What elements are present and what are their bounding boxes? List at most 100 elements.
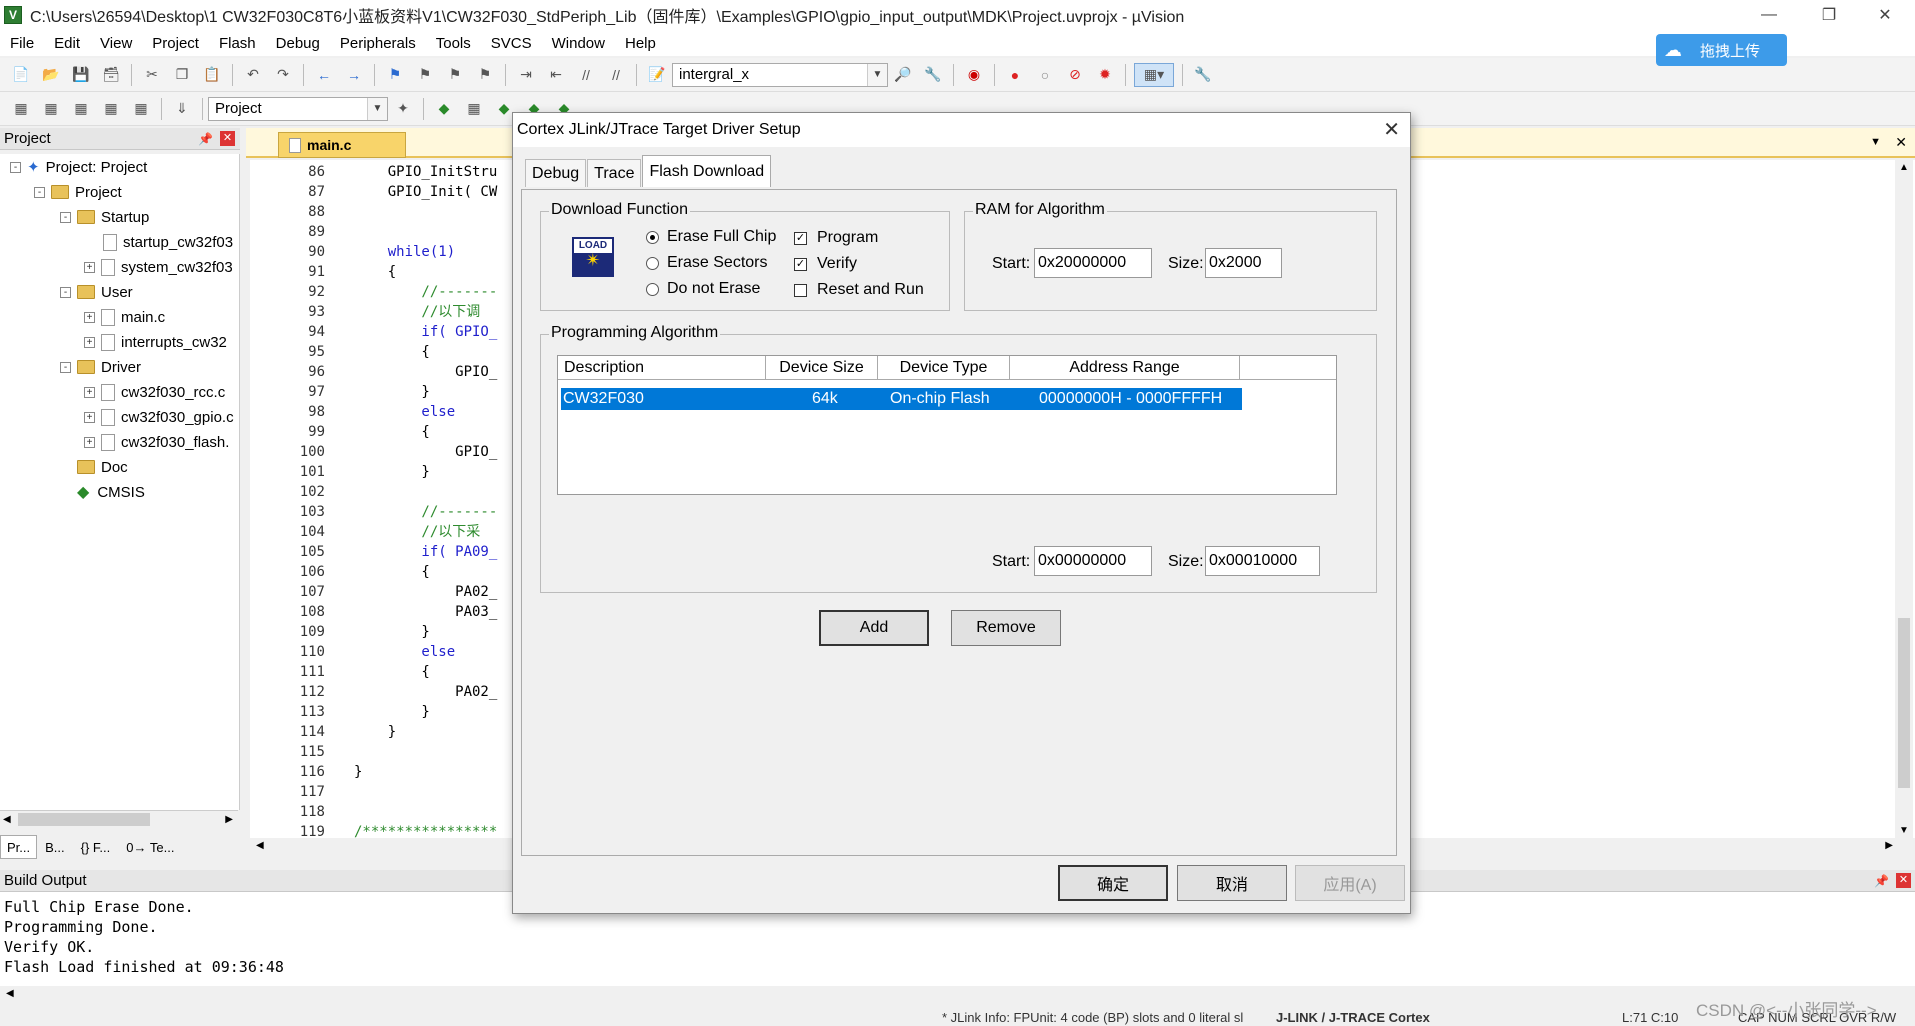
nav-forward-icon[interactable]: → — [342, 63, 366, 87]
undo-icon[interactable]: ↶ — [241, 63, 265, 87]
scroll-left-icon[interactable]: ◀ — [6, 988, 14, 999]
expand-icon[interactable]: + — [84, 261, 95, 273]
chevron-down-icon[interactable]: ▼ — [367, 97, 387, 120]
col-device-size[interactable]: Device Size — [766, 356, 878, 380]
cut-icon[interactable]: ✂ — [140, 63, 164, 87]
clear-bookmarks-icon[interactable]: ⚑ — [473, 63, 497, 87]
reset-and-run-checkbox[interactable]: Reset and Run — [794, 281, 924, 299]
add-button[interactable]: Add — [819, 610, 929, 646]
menu-debug[interactable]: Debug — [266, 35, 330, 52]
program-checkbox[interactable]: ✓ Program — [794, 229, 878, 247]
scroll-right-icon[interactable]: ▶ — [225, 814, 233, 825]
tree-driver[interactable]: - Driver — [60, 356, 141, 378]
find-combo[interactable]: intergral_x ▼ — [672, 62, 888, 87]
comment-icon[interactable]: // — [574, 63, 598, 87]
ok-button[interactable]: 确定 — [1058, 865, 1168, 901]
menu-svcs[interactable]: SVCS — [481, 35, 542, 52]
ram-size-input[interactable]: 0x2000 — [1205, 248, 1282, 278]
menu-project[interactable]: Project — [142, 35, 209, 52]
do-not-erase-radio[interactable]: Do not Erase — [646, 280, 760, 298]
expand-icon[interactable]: + — [84, 311, 95, 323]
next-bookmark-icon[interactable]: ⚑ — [443, 63, 467, 87]
tab-menu-icon[interactable]: ▼ — [1870, 136, 1881, 148]
tab-functions[interactable]: {} F... — [73, 840, 119, 855]
scroll-up-icon[interactable]: ▲ — [1899, 162, 1909, 173]
bookmark-icon[interactable]: ⚑ — [383, 63, 407, 87]
collapse-icon[interactable]: - — [34, 186, 45, 198]
verify-checkbox[interactable]: ✓ Verify — [794, 255, 857, 273]
tree-startup-file[interactable]: startup_cw32f03 — [103, 231, 233, 253]
tab-debug[interactable]: Debug — [525, 159, 587, 187]
tab-books[interactable]: B... — [37, 840, 73, 855]
scroll-thumb[interactable] — [18, 813, 150, 826]
collapse-icon[interactable]: - — [60, 211, 71, 223]
build-icon[interactable]: ▦ — [39, 97, 63, 121]
collapse-icon[interactable]: - — [60, 361, 71, 373]
ram-start-input[interactable]: 0x20000000 — [1034, 248, 1152, 278]
close-tab-icon[interactable]: ✕ — [1895, 134, 1907, 151]
tree-project[interactable]: - Project — [34, 181, 122, 203]
uncomment-icon[interactable]: // — [604, 63, 628, 87]
save-icon[interactable]: 💾 — [69, 63, 93, 87]
unindent-icon[interactable]: ⇤ — [544, 63, 568, 87]
start-debug-icon[interactable]: ◉ — [962, 63, 986, 87]
tab-templates[interactable]: 0→ Te... — [118, 840, 182, 855]
editor-vscrollbar[interactable]: ▲ ▼ — [1895, 160, 1913, 838]
new-file-icon[interactable]: 📄 — [9, 63, 33, 87]
minimize-button[interactable]: — — [1740, 0, 1798, 30]
open-folder-icon[interactable]: 📂 — [39, 63, 63, 87]
paste-icon[interactable]: 📋 — [200, 63, 224, 87]
col-device-type[interactable]: Device Type — [878, 356, 1010, 380]
insert-breakpoint-icon[interactable]: ● — [1003, 63, 1027, 87]
tab-flash-download[interactable]: Flash Download — [642, 155, 772, 187]
tree-startup[interactable]: - Startup — [60, 206, 149, 228]
find-icon[interactable]: 🔎 — [891, 63, 915, 87]
pin-icon[interactable]: 📌 — [1874, 874, 1889, 888]
tree-flash-file[interactable]: + cw32f030_flash. — [84, 431, 229, 453]
window-layout-icon[interactable]: ▦▾ — [1134, 62, 1174, 87]
copy-icon[interactable]: ❐ — [170, 63, 194, 87]
checkbox-empty[interactable] — [794, 283, 807, 297]
target-options-icon[interactable]: ✦ — [391, 97, 415, 121]
close-panel-icon[interactable]: ✕ — [1896, 873, 1911, 888]
tree-hscrollbar[interactable]: ◀ ▶ — [0, 810, 238, 828]
tree-interrupts-file[interactable]: + interrupts_cw32 — [84, 331, 227, 353]
erase-sectors-radio[interactable]: Erase Sectors — [646, 254, 767, 272]
remove-button[interactable]: Remove — [951, 610, 1061, 646]
check-icon[interactable]: ✓ — [794, 257, 807, 271]
download-load-icon[interactable]: ⇓ — [170, 97, 194, 121]
nav-back-icon[interactable]: ← — [312, 63, 336, 87]
prev-bookmark-icon[interactable]: ⚑ — [413, 63, 437, 87]
find-in-files-icon[interactable]: 📝 — [645, 63, 669, 87]
chevron-down-icon[interactable]: ▼ — [867, 63, 887, 86]
pin-icon[interactable]: 📌 — [198, 132, 213, 146]
upload-button[interactable]: ☁ 拖拽上传 — [1656, 34, 1787, 66]
tree-main-file[interactable]: + main.c — [84, 306, 165, 328]
col-description[interactable]: Description — [558, 356, 766, 380]
menu-tools[interactable]: Tools — [426, 35, 481, 52]
disable-breakpoints-icon[interactable]: ⊘ — [1063, 63, 1087, 87]
tree-rcc-file[interactable]: + cw32f030_rcc.c — [84, 381, 225, 403]
pack-installer-icon[interactable]: ▦ — [462, 97, 486, 121]
code-text-area[interactable]: GPIO_InitStru GPIO_Init( CW while(1) { /… — [350, 162, 520, 838]
tab-main-c[interactable]: main.c — [278, 132, 406, 158]
menu-view[interactable]: View — [90, 35, 142, 52]
radio[interactable] — [646, 282, 659, 296]
manage-components-icon[interactable]: ◆ — [432, 97, 456, 121]
col-address-range[interactable]: Address Range — [1010, 356, 1240, 380]
output-hscrollbar[interactable]: ◀ — [0, 986, 1915, 1004]
tab-project[interactable]: Pr... — [0, 835, 38, 859]
tree-gpio-file[interactable]: + cw32f030_gpio.c — [84, 406, 234, 428]
table-row[interactable]: CW32F030 64k On-chip Flash 00000000H - 0… — [561, 388, 1242, 410]
stop-build-icon[interactable]: ▦ — [129, 97, 153, 121]
close-window-button[interactable]: ✕ — [1856, 0, 1914, 30]
kill-breakpoints-icon[interactable]: ✹ — [1093, 63, 1117, 87]
incremental-find-icon[interactable]: 🔧 — [921, 63, 945, 87]
prog-size-input[interactable]: 0x00010000 — [1205, 546, 1320, 576]
cancel-button[interactable]: 取消 — [1177, 865, 1287, 901]
target-combo[interactable]: Project ▼ — [208, 96, 388, 121]
rebuild-icon[interactable]: ▦ — [69, 97, 93, 121]
tab-trace[interactable]: Trace — [587, 159, 642, 187]
scroll-right-icon[interactable]: ▶ — [1885, 840, 1893, 851]
scroll-down-icon[interactable]: ▼ — [1899, 825, 1909, 836]
